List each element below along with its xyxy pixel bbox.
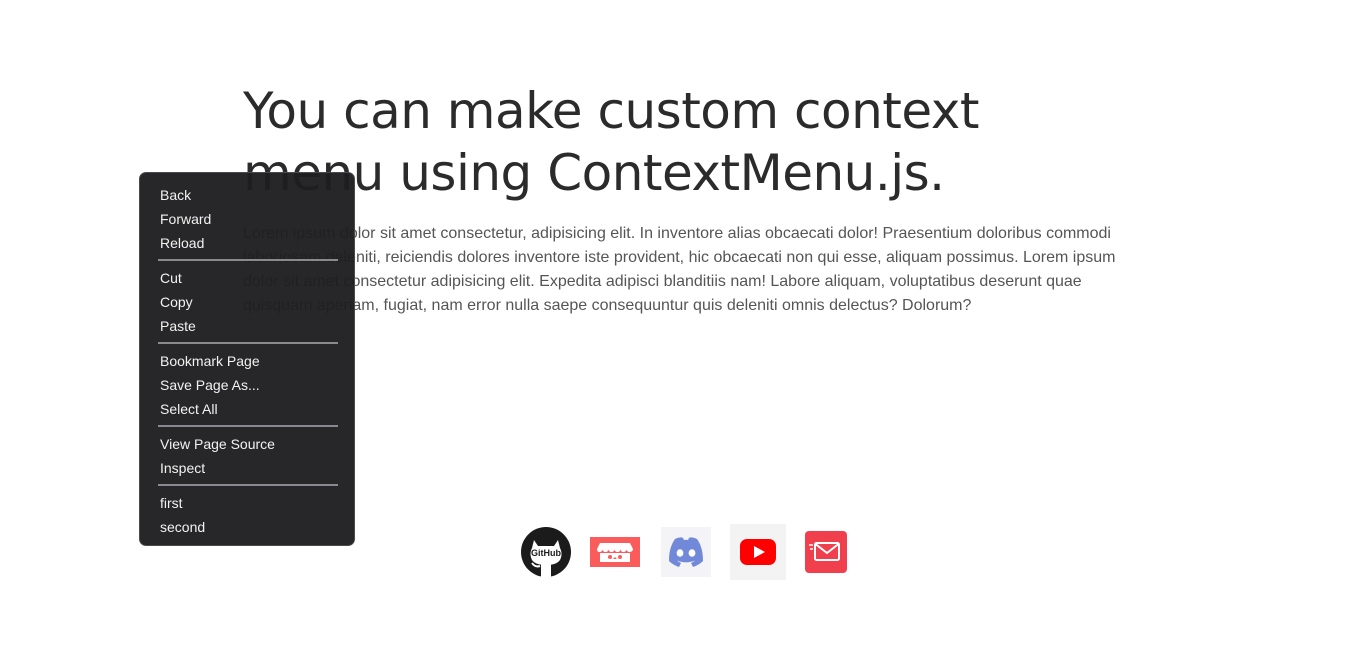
itch-icon <box>590 537 640 567</box>
menu-item-second[interactable]: second <box>140 515 354 539</box>
menu-item-inspect[interactable]: Inspect <box>140 456 354 480</box>
social-links: GitHub <box>520 524 848 580</box>
github-link[interactable]: GitHub <box>520 526 572 578</box>
menu-separator <box>158 484 338 486</box>
page: You can make custom context menu using C… <box>0 0 1366 653</box>
itch-link[interactable] <box>590 526 642 578</box>
github-icon: GitHub <box>521 527 571 578</box>
github-wordmark: GitHub <box>531 548 561 558</box>
menu-item-select-all[interactable]: Select All <box>140 397 354 421</box>
menu-item-bookmark-page[interactable]: Bookmark Page <box>140 349 354 373</box>
mail-link[interactable] <box>804 530 848 574</box>
discord-icon <box>661 527 711 577</box>
menu-item-cut[interactable]: Cut <box>140 266 354 290</box>
menu-item-save-page-as[interactable]: Save Page As... <box>140 373 354 397</box>
menu-separator <box>158 425 338 427</box>
mail-icon <box>805 531 847 573</box>
context-menu: Back Forward Reload Cut Copy Paste Bookm… <box>139 172 355 546</box>
page-title: You can make custom context menu using C… <box>243 82 979 202</box>
youtube-link[interactable] <box>730 524 786 580</box>
youtube-icon <box>740 539 776 565</box>
menu-item-view-page-source[interactable]: View Page Source <box>140 432 354 456</box>
menu-item-reload[interactable]: Reload <box>140 231 354 255</box>
discord-link[interactable] <box>660 526 712 578</box>
menu-separator <box>158 342 338 344</box>
menu-item-forward[interactable]: Forward <box>140 207 354 231</box>
menu-item-back[interactable]: Back <box>140 183 354 207</box>
menu-item-copy[interactable]: Copy <box>140 290 354 314</box>
menu-item-paste[interactable]: Paste <box>140 314 354 338</box>
menu-separator <box>158 259 338 261</box>
intro-paragraph: Lorem ipsum dolor sit amet consectetur, … <box>243 225 1116 314</box>
menu-item-first[interactable]: first <box>140 491 354 515</box>
main-content: You can make custom context menu using C… <box>243 80 1123 318</box>
